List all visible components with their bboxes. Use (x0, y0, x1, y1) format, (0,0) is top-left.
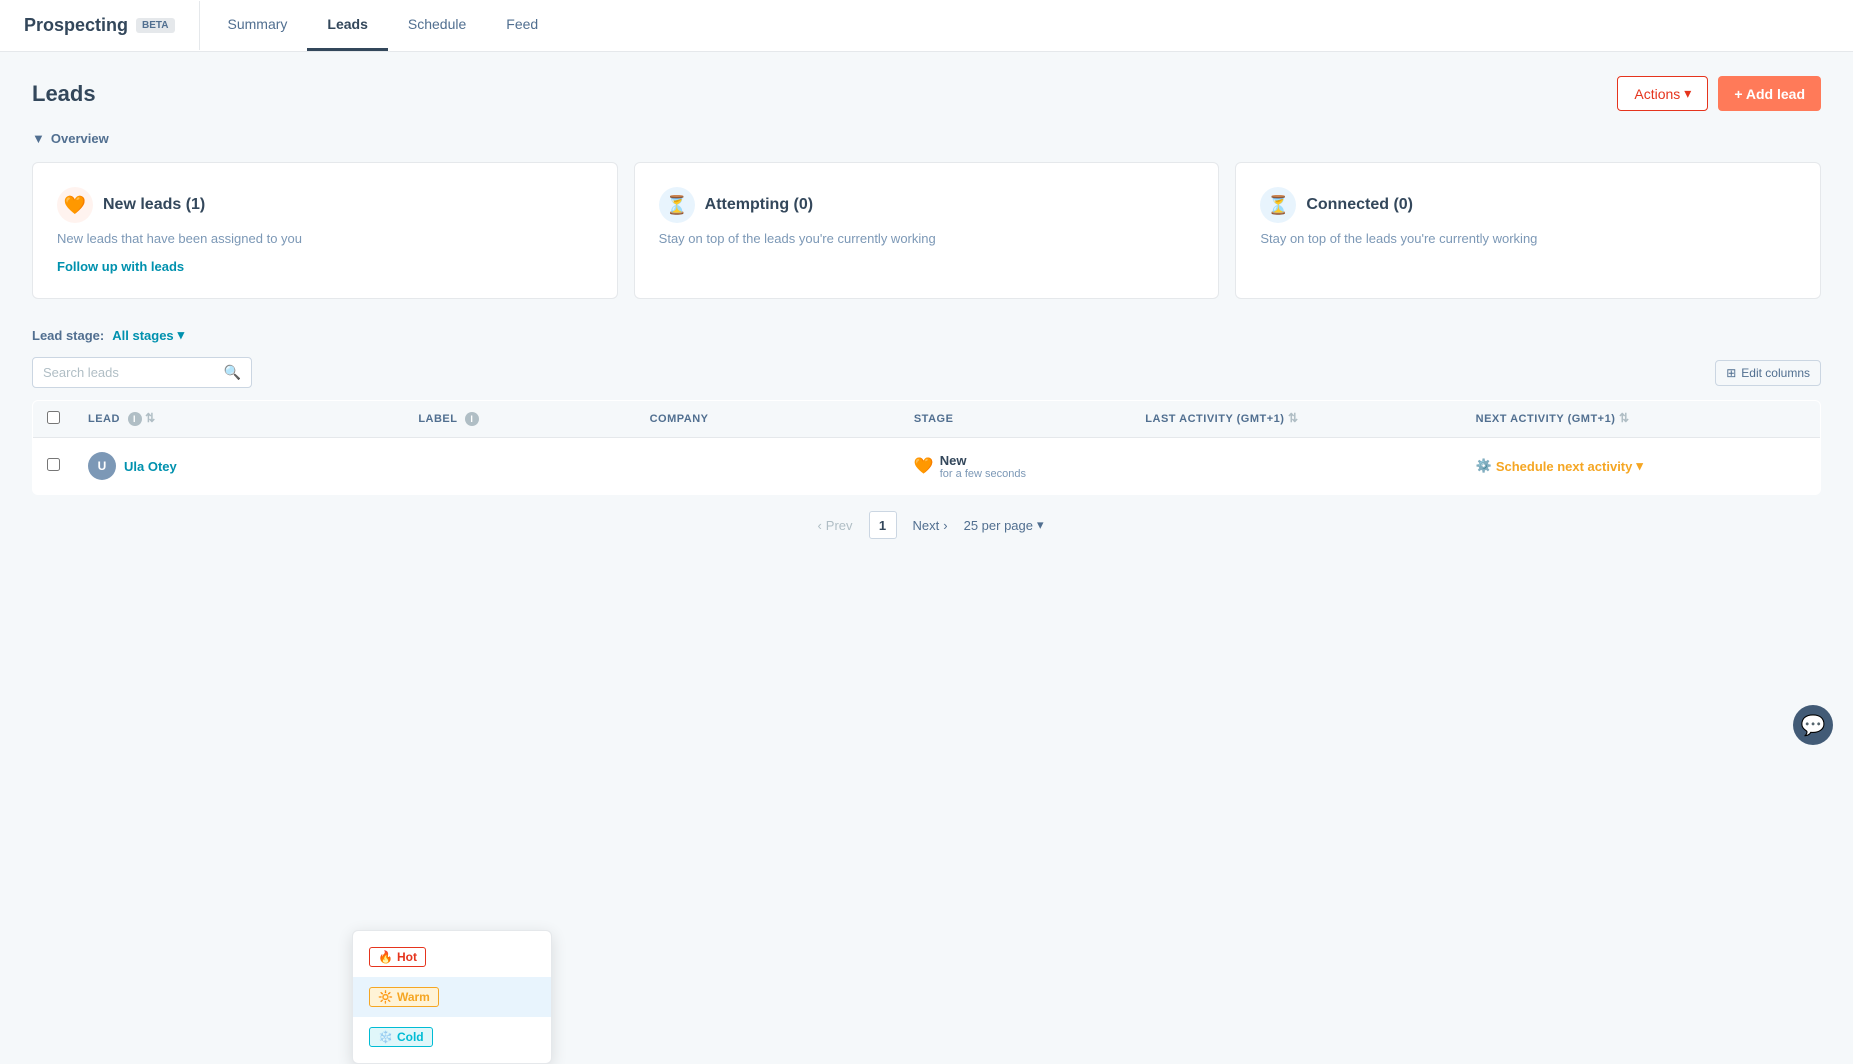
tab-feed[interactable]: Feed (486, 0, 558, 51)
last-activity-sort-icon[interactable]: ⇅ (1288, 414, 1299, 424)
schedule-gear-icon: ⚙️ (1476, 458, 1492, 474)
cold-tag: ❄️ Cold (369, 1027, 433, 1047)
page-header: Leads Actions ▾ + Add lead (32, 76, 1821, 111)
attempting-title: Attempting (0) (705, 196, 813, 214)
search-box[interactable]: 🔍 (32, 357, 252, 388)
prev-button[interactable]: ‹ Prev (809, 514, 860, 537)
chevron-down-icon: ▾ (1684, 85, 1691, 102)
hot-emoji: 🔥 (378, 950, 393, 964)
overview-label: Overview (51, 131, 109, 146)
connected-title: Connected (0) (1306, 196, 1413, 214)
chevron-down-icon: ▾ (1636, 458, 1643, 474)
per-page-selector[interactable]: 25 per page ▾ (964, 517, 1044, 533)
attempting-card: ⏳ Attempting (0) Stay on top of the lead… (634, 162, 1220, 299)
schedule-next-activity-link[interactable]: ⚙️ Schedule next activity ▾ (1476, 458, 1778, 474)
stage-cell: 🧡 New for a few seconds (900, 438, 1131, 495)
search-icon: 🔍 (224, 364, 241, 381)
label-info-icon: i (465, 412, 479, 426)
label-dropdown: 🔥 Hot 🔆 Warm ❄️ Cold (352, 930, 552, 1064)
label-option-hot[interactable]: 🔥 Hot (353, 937, 551, 977)
cold-label: Cold (397, 1030, 424, 1044)
beta-badge: BETA (136, 18, 174, 33)
next-activity-sort-icon[interactable]: ⇅ (1619, 414, 1630, 424)
leads-table: LEAD i ⇅ LABEL i COMPANY STAGE (32, 400, 1821, 495)
chevron-down-icon: ▼ (32, 131, 45, 146)
chat-icon: 💬 (1801, 713, 1826, 738)
warm-emoji: 🔆 (378, 990, 393, 1004)
pagination: ‹ Prev 1 Next › 25 per page ▾ (32, 511, 1821, 539)
edit-columns-label: Edit columns (1741, 366, 1810, 380)
search-input[interactable] (43, 365, 216, 380)
attempting-desc: Stay on top of the leads you're currentl… (659, 231, 1195, 246)
new-leads-card: 🧡 New leads (1) New leads that have been… (32, 162, 618, 299)
label-cell (404, 438, 635, 495)
fab-button[interactable]: 💬 (1793, 705, 1833, 745)
add-lead-button[interactable]: + Add lead (1718, 76, 1821, 111)
overview-section-header[interactable]: ▼ Overview (32, 131, 1821, 146)
top-navigation: Prospecting BETA Summary Leads Schedule … (0, 0, 1853, 52)
avatar: U (88, 452, 116, 480)
current-page: 1 (869, 511, 897, 539)
stage-text: New (940, 453, 1026, 468)
new-leads-desc: New leads that have been assigned to you (57, 231, 593, 246)
company-column-header: COMPANY (650, 413, 709, 425)
new-leads-icon: 🧡 (57, 187, 93, 223)
stage-column-header: STAGE (914, 413, 954, 425)
app-title: Prospecting BETA (24, 1, 200, 50)
table-icon: ⊞ (1726, 366, 1736, 380)
main-content: Leads Actions ▾ + Add lead ▼ Overview 🧡 … (0, 52, 1853, 563)
table-toolbar: 🔍 ⊞ Edit columns (32, 357, 1821, 388)
lead-column-header: LEAD (88, 413, 120, 425)
next-activity-cell: ⚙️ Schedule next activity ▾ (1462, 438, 1792, 495)
warm-tag: 🔆 Warm (369, 987, 439, 1007)
table-row: U Ula Otey 🧡 New for a few seconds (33, 438, 1821, 495)
next-button[interactable]: Next › (905, 514, 956, 537)
stage-icon: 🧡 (914, 456, 934, 476)
lead-stage-filter[interactable]: All stages ▾ (112, 327, 184, 343)
filter-row: Lead stage: All stages ▾ (32, 327, 1821, 343)
chevron-down-icon: ▾ (1037, 517, 1044, 533)
last-activity-cell (1131, 438, 1461, 495)
row-checkbox[interactable] (47, 458, 60, 471)
select-all-checkbox[interactable] (47, 411, 60, 424)
page-title: Leads (32, 81, 96, 107)
lead-sort-icon[interactable]: ⇅ (145, 414, 156, 424)
lead-name-link[interactable]: Ula Otey (124, 459, 177, 474)
filter-label: Lead stage: (32, 328, 104, 343)
connected-desc: Stay on top of the leads you're currentl… (1260, 231, 1796, 246)
last-activity-column-header: LAST ACTIVITY (GMT+1) (1145, 413, 1284, 425)
label-option-cold[interactable]: ❄️ Cold (353, 1017, 551, 1057)
label-option-warm[interactable]: 🔆 Warm (353, 977, 551, 1017)
follow-up-link[interactable]: Follow up with leads (57, 259, 184, 274)
attempting-icon: ⏳ (659, 187, 695, 223)
connected-card: ⏳ Connected (0) Stay on top of the leads… (1235, 162, 1821, 299)
warm-label: Warm (397, 990, 430, 1004)
nav-tabs: Summary Leads Schedule Feed (208, 0, 559, 51)
chevron-right-icon: › (943, 518, 947, 533)
tab-summary[interactable]: Summary (208, 0, 308, 51)
chevron-left-icon: ‹ (817, 518, 821, 533)
filter-value: All stages (112, 328, 173, 343)
app-title-text: Prospecting (24, 15, 128, 36)
company-cell (636, 438, 900, 495)
actions-button[interactable]: Actions ▾ (1617, 76, 1708, 111)
new-leads-title: New leads (1) (103, 196, 205, 214)
edit-columns-button[interactable]: ⊞ Edit columns (1715, 360, 1821, 386)
tab-schedule[interactable]: Schedule (388, 0, 486, 51)
overview-cards: 🧡 New leads (1) New leads that have been… (32, 162, 1821, 299)
schedule-link-text: Schedule next activity (1496, 459, 1633, 474)
stage-sub: for a few seconds (940, 468, 1026, 480)
label-column-header: LABEL (418, 413, 457, 425)
lead-info-icon: i (128, 412, 142, 426)
cold-emoji: ❄️ (378, 1030, 393, 1044)
hot-label: Hot (397, 950, 417, 964)
connected-icon: ⏳ (1260, 187, 1296, 223)
hot-tag: 🔥 Hot (369, 947, 426, 967)
chevron-down-icon: ▾ (178, 327, 185, 343)
next-activity-column-header: NEXT ACTIVITY (GMT+1) (1476, 413, 1616, 425)
header-actions: Actions ▾ + Add lead (1617, 76, 1821, 111)
tab-leads[interactable]: Leads (307, 0, 387, 51)
